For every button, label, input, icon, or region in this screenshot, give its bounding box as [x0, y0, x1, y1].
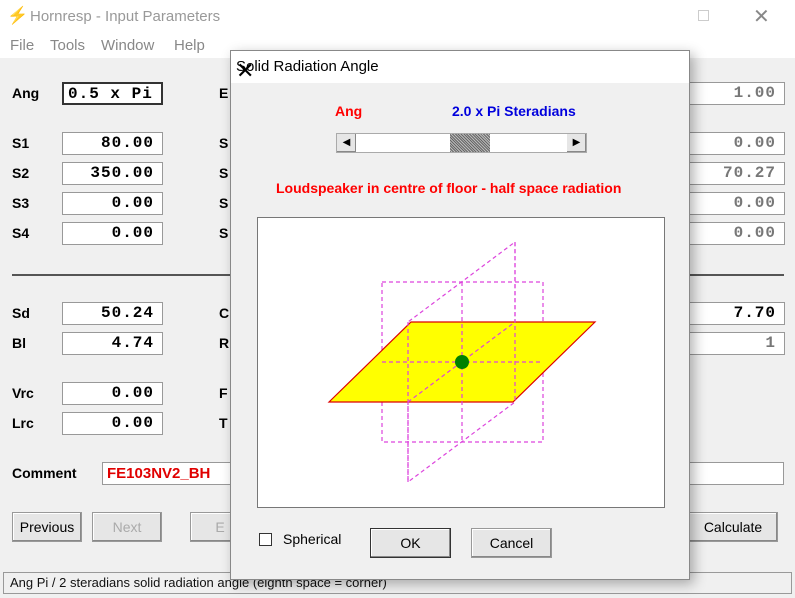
- s1-label: S1: [12, 135, 30, 151]
- ang-label: Ang: [12, 85, 40, 101]
- ok-label: OK: [400, 535, 421, 551]
- middle-label: R: [219, 335, 230, 351]
- comment-label: Comment: [12, 465, 77, 481]
- maximize-button[interactable]: [698, 10, 709, 21]
- right-field[interactable]: 0.00: [684, 222, 785, 245]
- spherical-checkbox[interactable]: [259, 533, 272, 546]
- previous-button[interactable]: Previous: [12, 512, 82, 542]
- lrc-field[interactable]: 0.00: [62, 412, 163, 435]
- bl-label: Bl: [12, 335, 26, 351]
- slider-thumb[interactable]: [450, 134, 491, 152]
- vrc-field[interactable]: 0.00: [62, 382, 163, 405]
- middle-label: C: [219, 305, 230, 321]
- sd-field[interactable]: 50.24: [62, 302, 163, 325]
- angle-slider[interactable]: ◀ ▶: [336, 133, 587, 153]
- dialog-close-icon[interactable]: ✕: [236, 58, 254, 84]
- menu-tools[interactable]: Tools: [50, 37, 85, 54]
- s4-label: S4: [12, 225, 30, 241]
- middle-label: S: [219, 135, 229, 151]
- right-field[interactable]: 1.00: [684, 82, 785, 105]
- middle-label: F: [219, 385, 228, 401]
- sd-label: Sd: [12, 305, 30, 321]
- description: Loudspeaker in centre of floor - half sp…: [276, 180, 622, 196]
- cancel-label: Cancel: [489, 535, 534, 551]
- s3-field[interactable]: 0.00: [62, 192, 163, 215]
- scroll-left-icon[interactable]: ◀: [337, 134, 356, 152]
- menu-window[interactable]: Window: [101, 37, 154, 54]
- ang-label: Ang: [335, 103, 363, 119]
- calculate-button[interactable]: Calculate: [688, 512, 778, 542]
- scroll-right-icon[interactable]: ▶: [567, 134, 586, 152]
- lrc-label: Lrc: [12, 415, 34, 431]
- lightning-icon: ⚡: [7, 6, 29, 25]
- close-button[interactable]: ✕: [753, 4, 770, 29]
- menu-help[interactable]: Help: [174, 37, 205, 54]
- s1-field[interactable]: 80.00: [62, 132, 163, 155]
- s4-field[interactable]: 0.00: [62, 222, 163, 245]
- middle-label: S: [219, 165, 229, 181]
- radiation-svg: [327, 240, 597, 484]
- dialog-title: Solid Radiation Angle: [236, 58, 379, 75]
- calculate-label: Calculate: [703, 519, 763, 535]
- partial-label: E: [215, 519, 225, 535]
- title-bar: ⚡ Hornresp - Input Parameters ✕: [0, 0, 795, 33]
- middle-label: S: [219, 195, 229, 211]
- s3-label: S3: [12, 195, 30, 211]
- speaker-dot: [455, 355, 469, 369]
- right-field[interactable]: 7.70: [684, 302, 785, 325]
- ok-button[interactable]: OK: [370, 528, 451, 558]
- radiation-diagram: [257, 217, 665, 508]
- next-label: Next: [112, 519, 142, 535]
- bl-field[interactable]: 4.74: [62, 332, 163, 355]
- s2-label: S2: [12, 165, 30, 181]
- window-title: Hornresp - Input Parameters: [30, 8, 221, 25]
- vrc-label: Vrc: [12, 385, 34, 401]
- right-field[interactable]: 0.00: [684, 132, 785, 155]
- dialog-title-bar: Solid Radiation Angle ✕: [231, 51, 689, 83]
- middle-label: T: [219, 415, 228, 431]
- menu-file[interactable]: File: [10, 37, 34, 54]
- spherical-label: Spherical: [283, 531, 342, 547]
- right-field[interactable]: 1: [684, 332, 785, 355]
- middle-label: S: [219, 225, 229, 241]
- right-field[interactable]: 70.27: [684, 162, 785, 185]
- previous-label: Previous: [19, 519, 75, 535]
- solid-radiation-angle-dialog: Solid Radiation Angle ✕ Ang 2.0 x Pi Ste…: [230, 50, 690, 580]
- right-field[interactable]: 0.00: [684, 192, 785, 215]
- steradians-value: 2.0 x Pi Steradians: [452, 103, 576, 119]
- ang-field[interactable]: 0.5 x Pi: [62, 82, 163, 105]
- next-button[interactable]: Next: [92, 512, 162, 542]
- middle-label: E: [219, 85, 229, 101]
- cancel-button[interactable]: Cancel: [471, 528, 552, 558]
- s2-field[interactable]: 350.00: [62, 162, 163, 185]
